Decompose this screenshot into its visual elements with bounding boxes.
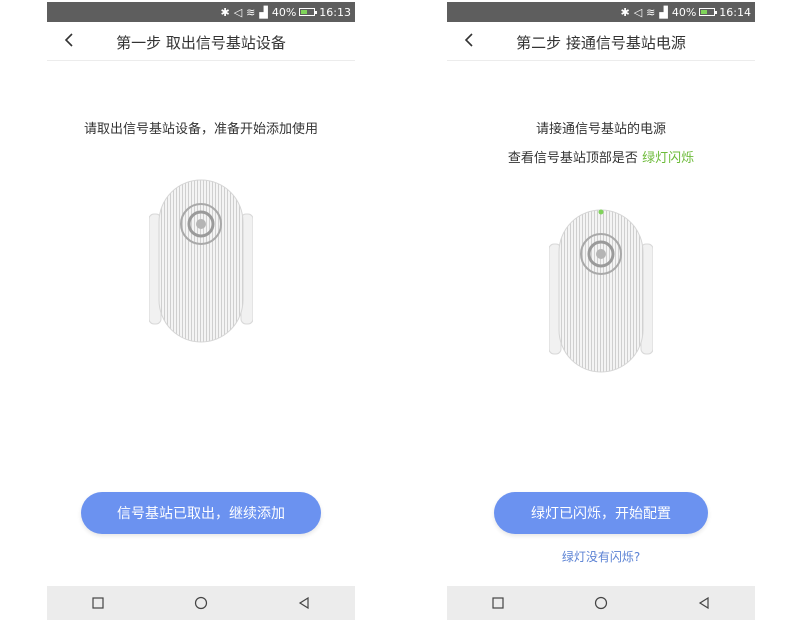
phone-screen-step-2: ✱ ◁ ≋ ▟ 40% 16:14 第二步 接通信号基站电源 请接通信号基站的电…	[447, 0, 755, 620]
recent-apps-button[interactable]	[78, 591, 118, 615]
nav-back-icon	[298, 597, 309, 609]
wifi-icon: ≋	[646, 5, 656, 19]
battery-icon	[299, 8, 318, 16]
status-time: 16:13	[319, 5, 351, 19]
signal-icon: ▟	[259, 5, 268, 19]
nav-back-button[interactable]	[284, 591, 324, 615]
home-icon	[594, 596, 608, 610]
signal-icon: ▟	[659, 5, 668, 19]
green-light-highlight: 绿灯闪烁	[642, 151, 695, 166]
mute-icon: ◁	[233, 5, 243, 19]
nav-back-button[interactable]	[684, 591, 724, 615]
instruction-text: 请取出信号基站设备，准备开始添加使用	[83, 122, 318, 137]
instruction-prefix: 查看信号基站顶部是否	[507, 151, 643, 166]
battery-icon	[699, 8, 718, 16]
mute-icon: ◁	[633, 5, 643, 19]
bluetooth-icon: ✱	[620, 5, 630, 19]
battery-percent: 40%	[671, 5, 697, 19]
not-blinking-link[interactable]: 绿灯没有闪烁?	[447, 548, 755, 565]
recent-apps-button[interactable]	[478, 591, 518, 615]
home-icon	[194, 596, 208, 610]
wifi-icon: ≋	[246, 5, 256, 19]
recent-apps-icon	[492, 597, 504, 609]
page-title: 第二步 接通信号基站电源	[516, 34, 686, 52]
start-config-button[interactable]: 绿灯已闪烁，开始配置	[494, 492, 708, 534]
continue-add-button[interactable]: 信号基站已取出，继续添加	[81, 492, 321, 534]
bluetooth-icon: ✱	[220, 5, 230, 19]
status-led-icon	[598, 209, 604, 215]
home-button[interactable]	[581, 591, 621, 615]
instruction-text: 请接通信号基站的电源	[535, 122, 666, 137]
nav-back-icon	[698, 597, 709, 609]
status-time: 16:14	[719, 5, 751, 19]
instruction-text-2: 查看信号基站顶部是否 绿灯闪烁	[447, 147, 755, 166]
recent-apps-icon	[92, 597, 104, 609]
signal-base-station-image	[149, 179, 253, 343]
page-title: 第一步 取出信号基站设备	[116, 34, 286, 52]
battery-percent: 40%	[271, 5, 297, 19]
system-nav-bar	[47, 586, 355, 620]
status-bar: ✱ ◁ ≋ ▟ 40% 16:13	[47, 2, 355, 22]
home-button[interactable]	[181, 591, 221, 615]
status-bar: ✱ ◁ ≋ ▟ 40% 16:14	[447, 2, 755, 22]
phone-screen-step-1: ✱ ◁ ≋ ▟ 40% 16:13 第一步 取出信号基站设备 请取出信号基站设备…	[47, 0, 355, 620]
nav-bar: 第二步 接通信号基站电源	[447, 22, 755, 61]
signal-base-station-image	[549, 209, 653, 373]
system-nav-bar	[447, 586, 755, 620]
nav-bar: 第一步 取出信号基站设备	[47, 22, 355, 61]
